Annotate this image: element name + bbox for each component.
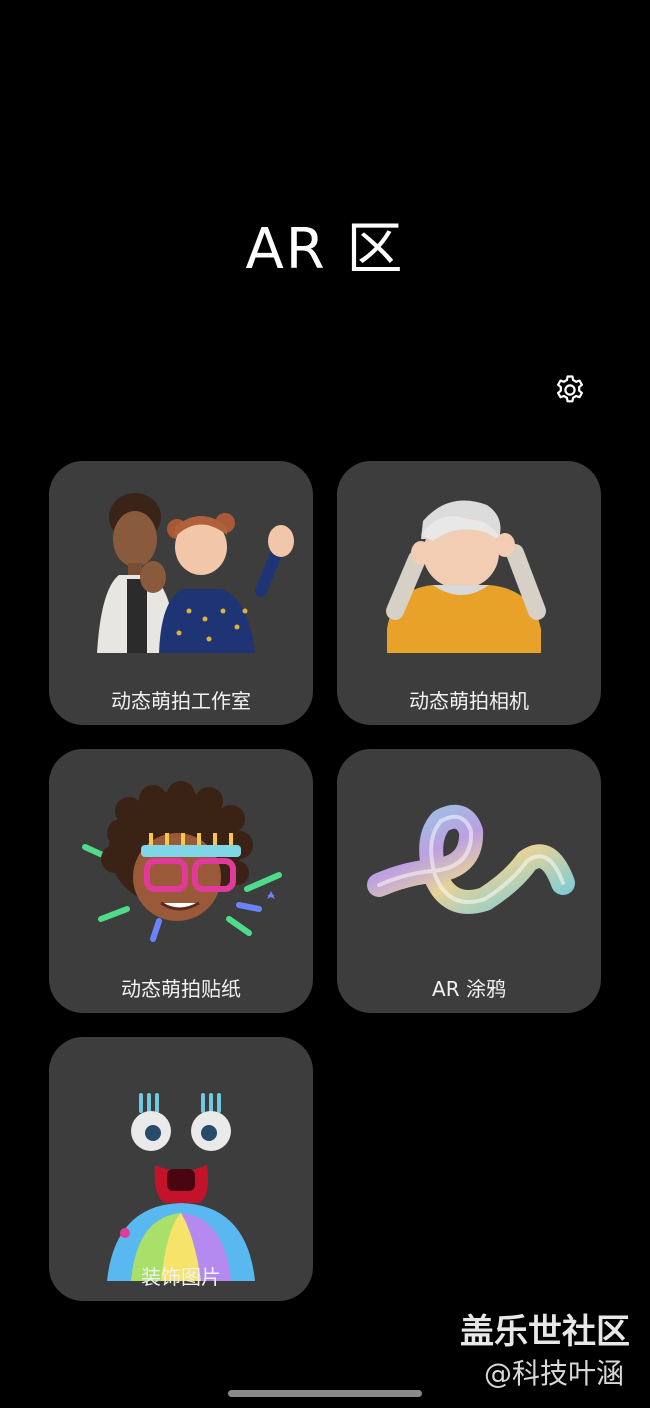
tile-label: 动态萌拍贴纸 xyxy=(121,977,241,1001)
tile-decor[interactable]: 装饰图片 xyxy=(49,1037,313,1301)
settings-button[interactable] xyxy=(550,370,590,410)
tile-camera[interactable]: 动态萌拍相机 xyxy=(337,461,601,725)
tile-doodle[interactable]: AR 涂鸦 xyxy=(337,749,601,1013)
gear-icon xyxy=(557,375,583,403)
tile-sticker[interactable]: 动态萌拍贴纸 xyxy=(49,749,313,1013)
home-indicator[interactable] xyxy=(228,1390,422,1397)
watermark-title: 盖乐世社区 xyxy=(460,1312,630,1352)
tile-label: 装饰图片 xyxy=(141,1265,221,1289)
watermark-author: @科技叶涵 xyxy=(484,1357,625,1390)
tile-label: 动态萌拍相机 xyxy=(409,689,529,713)
tile-label: 动态萌拍工作室 xyxy=(111,689,251,713)
tile-label: AR 涂鸦 xyxy=(432,977,506,1001)
tile-studio[interactable]: 动态萌拍工作室 xyxy=(49,461,313,725)
page-title: AR 区 xyxy=(245,217,405,282)
